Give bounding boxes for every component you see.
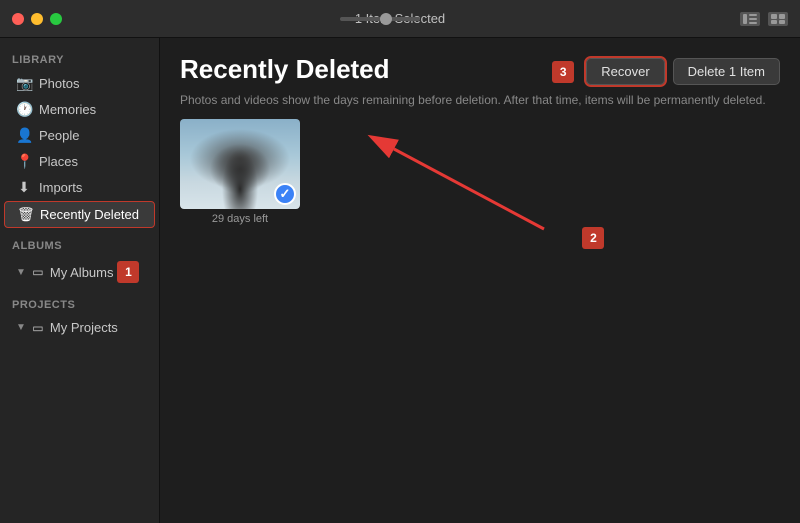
sidebar-item-places[interactable]: 📍 Places <box>4 149 155 174</box>
albums-icon: ▭ <box>30 265 46 279</box>
slider-thumb <box>380 13 392 25</box>
header-actions: 3 Recover Delete 1 Item <box>552 58 780 85</box>
view-toggle-icon[interactable] <box>768 12 788 26</box>
sidebar-item-memories[interactable]: 🕐 Memories <box>4 97 155 122</box>
photo-days-left: 29 days left <box>180 213 300 225</box>
minimize-button[interactable] <box>31 13 43 25</box>
sidebar-toggle-icon[interactable] <box>740 12 760 26</box>
places-icon: 📍 <box>16 153 32 170</box>
memories-icon: 🕐 <box>16 101 32 118</box>
photo-thumbnail[interactable]: ✓ <box>180 119 300 209</box>
sidebar-item-imports[interactable]: ⬇ Imports <box>4 175 155 200</box>
photos-icon: 📷 <box>16 75 32 92</box>
zoom-slider[interactable] <box>340 17 420 21</box>
photo-item[interactable]: ✓ 29 days left <box>180 119 300 225</box>
sidebar-item-places-label: Places <box>39 154 78 169</box>
sidebar-item-recently-deleted[interactable]: 🗑 Recently Deleted <box>4 201 155 228</box>
annotation-badge-2-container: 2 <box>582 227 604 249</box>
sidebar-item-recently-deleted-label: Recently Deleted <box>40 207 139 222</box>
people-icon: 👤 <box>16 127 32 144</box>
delete-button[interactable]: Delete 1 Item <box>673 58 780 85</box>
recover-button[interactable]: Recover <box>586 58 664 85</box>
sidebar-item-people[interactable]: 👤 People <box>4 123 155 148</box>
page-title: Recently Deleted <box>180 54 390 85</box>
content-header: Recently Deleted 3 Recover Delete 1 Item <box>160 38 800 93</box>
annotation-badge-1: 1 <box>117 261 139 283</box>
projects-section-label: Projects <box>0 295 159 315</box>
traffic-lights <box>12 13 62 25</box>
sidebar-item-my-albums[interactable]: ▼ ▭ My Albums 1 <box>4 257 155 287</box>
sidebar-item-photos-label: Photos <box>39 76 79 91</box>
sidebar-item-imports-label: Imports <box>39 180 82 195</box>
sidebar-item-my-albums-label: My Albums <box>50 265 114 280</box>
title-bar: 1 Item Selected <box>0 0 800 38</box>
sidebar: Library 📷 Photos 🕐 Memories 👤 People 📍 P… <box>0 38 160 523</box>
red-arrow-svg <box>364 129 584 239</box>
sidebar-item-memories-label: Memories <box>39 102 96 117</box>
content-subtitle: Photos and videos show the days remainin… <box>160 93 800 119</box>
sidebar-item-photos[interactable]: 📷 Photos <box>4 71 155 96</box>
sidebar-item-my-projects[interactable]: ▼ ▭ My Projects <box>4 316 155 339</box>
maximize-button[interactable] <box>50 13 62 25</box>
main-layout: Library 📷 Photos 🕐 Memories 👤 People 📍 P… <box>0 38 800 523</box>
annotation-badge-3: 3 <box>552 61 574 83</box>
photo-selected-checkmark: ✓ <box>274 183 296 205</box>
chevron-icon: ▼ <box>16 267 26 278</box>
title-bar-icons <box>740 12 788 26</box>
close-button[interactable] <box>12 13 24 25</box>
projects-icon: ▭ <box>30 321 46 335</box>
albums-section-label: Albums <box>0 236 159 256</box>
content-area: Recently Deleted 3 Recover Delete 1 Item… <box>160 38 800 523</box>
library-section-label: Library <box>0 50 159 70</box>
sidebar-item-people-label: People <box>39 128 79 143</box>
annotation-badge-2: 2 <box>582 227 604 249</box>
photo-grid: ✓ 29 days left 2 <box>160 119 800 523</box>
annotation-area: 2 <box>364 129 624 249</box>
sidebar-item-my-projects-label: My Projects <box>50 320 118 335</box>
trash-icon: 🗑 <box>17 206 33 223</box>
chevron-icon-2: ▼ <box>16 322 26 333</box>
slider-track <box>340 17 420 21</box>
imports-icon: ⬇ <box>16 179 32 196</box>
